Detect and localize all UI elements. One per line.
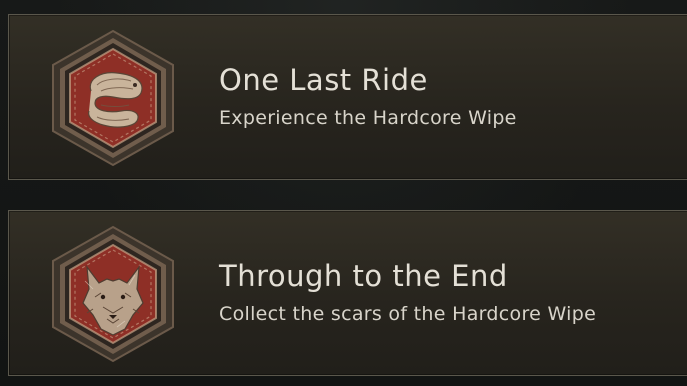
achievement-description: Experience the Hardcore Wipe — [219, 107, 517, 129]
achievement-title: One Last Ride — [219, 63, 428, 97]
achievement-card-through-to-the-end[interactable]: Through to the End Collect the scars of … — [8, 210, 687, 376]
achievement-title: Through to the End — [219, 259, 508, 293]
achievement-description: Collect the scars of the Hardcore Wipe — [219, 303, 597, 325]
achievement-card-one-last-ride[interactable]: One Last Ride Experience the Hardcore Wi… — [8, 14, 687, 180]
wolf-emblem-icon — [47, 223, 179, 365]
snake-emblem-icon — [47, 27, 179, 169]
